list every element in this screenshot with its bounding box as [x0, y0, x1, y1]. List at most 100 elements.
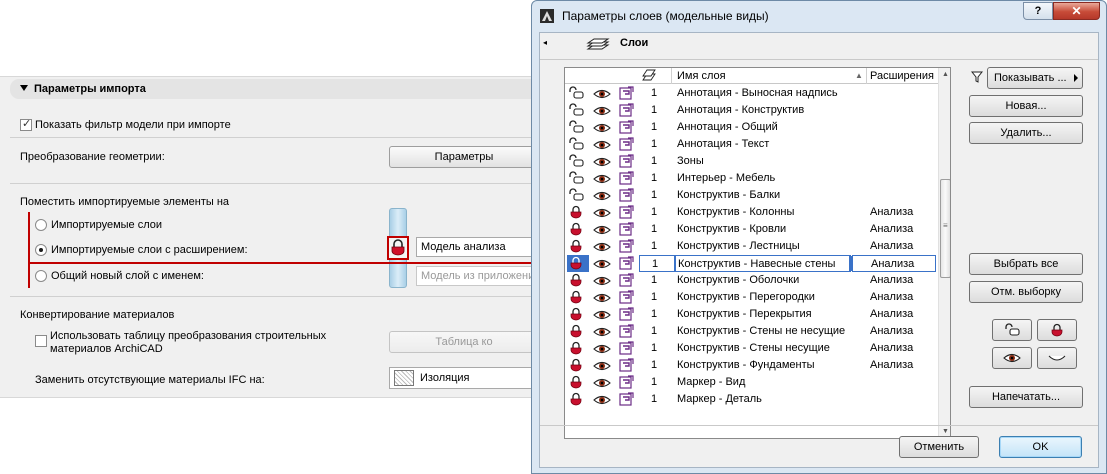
layer-extension[interactable]: Анализа [852, 306, 936, 323]
table-row[interactable]: 1 Конструктив - Перекрытия Анализа [565, 306, 938, 323]
delete-layer-button[interactable]: Удалить... [969, 122, 1083, 144]
eye-icon[interactable] [593, 306, 611, 323]
intersection-group-icon[interactable] [642, 69, 656, 81]
lock-open-icon[interactable] [567, 136, 589, 153]
layer-intersection-number[interactable]: 1 [639, 153, 675, 170]
eye-icon[interactable] [593, 102, 611, 119]
layer-intersection-number[interactable]: 1 [639, 391, 675, 408]
eye-icon[interactable] [593, 374, 611, 391]
material-icon[interactable] [619, 102, 635, 119]
lock-open-icon[interactable] [567, 170, 589, 187]
eye-icon[interactable] [593, 238, 611, 255]
table-row[interactable]: 1 Конструктив - Перегородки Анализа [565, 289, 938, 306]
lock-open-icon[interactable] [567, 85, 589, 102]
radio-import-layers-ext[interactable] [35, 244, 47, 256]
table-row[interactable]: 1 Конструктив - Кровли Анализа [565, 221, 938, 238]
lock-closed-icon[interactable] [567, 306, 589, 323]
material-icon[interactable] [619, 170, 635, 187]
eye-icon[interactable] [593, 255, 611, 272]
layer-name[interactable]: Конструктив - Лестницы [675, 238, 851, 255]
material-icon[interactable] [619, 204, 635, 221]
material-icon[interactable] [619, 323, 635, 340]
lock-closed-icon[interactable] [567, 221, 589, 238]
lock-closed-icon[interactable] [567, 323, 589, 340]
layer-extension[interactable]: Анализа [852, 272, 936, 289]
table-row[interactable]: 1 Интерьер - Мебель [565, 170, 938, 187]
eye-icon[interactable] [593, 170, 611, 187]
lock-closed-icon[interactable] [567, 238, 589, 255]
scroll-up-icon[interactable]: ▲ [939, 68, 950, 81]
layer-extension[interactable]: Анализа [852, 238, 936, 255]
eye-icon[interactable] [593, 153, 611, 170]
layer-name[interactable]: Конструктив - Фундаменты [675, 357, 851, 374]
material-icon[interactable] [619, 187, 635, 204]
layer-extension[interactable] [852, 136, 936, 153]
table-scrollbar[interactable]: ▲ ≡ ▼ [938, 68, 950, 438]
layer-intersection-number[interactable]: 1 [639, 119, 675, 136]
eye-icon[interactable] [593, 85, 611, 102]
layer-extension[interactable]: Анализа [852, 221, 936, 238]
lock-closed-icon[interactable] [567, 204, 589, 221]
layer-intersection-number[interactable]: 1 [639, 374, 675, 391]
table-row[interactable]: 1 Аннотация - Общий [565, 119, 938, 136]
new-layer-name-field[interactable]: Модель из приложения [416, 266, 545, 286]
material-icon[interactable] [619, 391, 635, 408]
table-row[interactable]: 1 Конструктив - Стены не несущие Анализа [565, 323, 938, 340]
layer-name[interactable]: Зоны [675, 153, 851, 170]
replace-material-select[interactable]: Изоляция [389, 367, 539, 389]
eye-icon[interactable] [593, 187, 611, 204]
table-row[interactable]: 1 Аннотация - Текст [565, 136, 938, 153]
layer-intersection-number[interactable]: 1 [639, 221, 675, 238]
layer-extension[interactable] [852, 170, 936, 187]
cancel-button[interactable]: Отменить [899, 436, 979, 458]
layer-extension[interactable]: Анализа [852, 323, 936, 340]
lock-closed-icon[interactable] [567, 272, 589, 289]
layer-name[interactable]: Аннотация - Выносная надпись [675, 85, 851, 102]
material-icon[interactable] [619, 153, 635, 170]
table-row[interactable]: 1 Конструктив - Фундаменты Анализа [565, 357, 938, 374]
material-icon[interactable] [619, 272, 635, 289]
column-header-extension[interactable]: Расширения [870, 69, 934, 83]
help-button[interactable]: ? [1023, 2, 1053, 20]
material-icon[interactable] [619, 306, 635, 323]
lock-all-button[interactable] [1037, 319, 1077, 341]
new-layer-button[interactable]: Новая... [969, 95, 1083, 117]
layer-name[interactable]: Аннотация - Конструктив [675, 102, 851, 119]
layer-intersection-number[interactable]: 1 [639, 238, 675, 255]
eye-icon[interactable] [593, 272, 611, 289]
table-row[interactable]: 1 Аннотация - Выносная надпись [565, 85, 938, 102]
table-row[interactable]: 1 Конструктив - Лестницы Анализа [565, 238, 938, 255]
hide-all-button[interactable] [1037, 347, 1077, 369]
layer-intersection-number[interactable]: 1 [639, 255, 675, 272]
select-all-button[interactable]: Выбрать все [969, 253, 1083, 275]
layer-intersection-number[interactable]: 1 [639, 85, 675, 102]
unlock-all-button[interactable] [992, 319, 1032, 341]
layer-name[interactable]: Конструктив - Перекрытия [675, 306, 851, 323]
lock-open-icon[interactable] [567, 187, 589, 204]
eye-icon[interactable] [593, 323, 611, 340]
material-icon[interactable] [619, 255, 635, 272]
layer-intersection-number[interactable]: 1 [639, 272, 675, 289]
table-row[interactable]: 1 Аннотация - Конструктив [565, 102, 938, 119]
material-icon[interactable] [619, 136, 635, 153]
material-icon[interactable] [619, 221, 635, 238]
print-button[interactable]: Напечатать... [969, 386, 1083, 408]
use-table-checkbox[interactable] [35, 335, 47, 347]
layer-name[interactable]: Конструктив - Перегородки [675, 289, 851, 306]
layer-intersection-number[interactable]: 1 [639, 323, 675, 340]
radio-import-layers[interactable] [35, 219, 47, 231]
lock-closed-icon[interactable] [567, 391, 589, 408]
table-row[interactable]: 1 Конструктив - Балки [565, 187, 938, 204]
layer-name[interactable]: Конструктив - Оболочки [675, 272, 851, 289]
layer-extension[interactable] [852, 102, 936, 119]
material-icon[interactable] [619, 289, 635, 306]
layer-intersection-number[interactable]: 1 [639, 170, 675, 187]
lock-closed-icon[interactable] [567, 374, 589, 391]
material-icon[interactable] [619, 119, 635, 136]
lock-open-icon[interactable] [567, 102, 589, 119]
layer-name[interactable]: Конструктив - Колонны [675, 204, 851, 221]
layer-intersection-number[interactable]: 1 [639, 136, 675, 153]
show-all-button[interactable] [992, 347, 1032, 369]
layer-name[interactable]: Конструктив - Навесные стены [675, 255, 851, 272]
layer-extension[interactable]: Анализа [852, 289, 936, 306]
